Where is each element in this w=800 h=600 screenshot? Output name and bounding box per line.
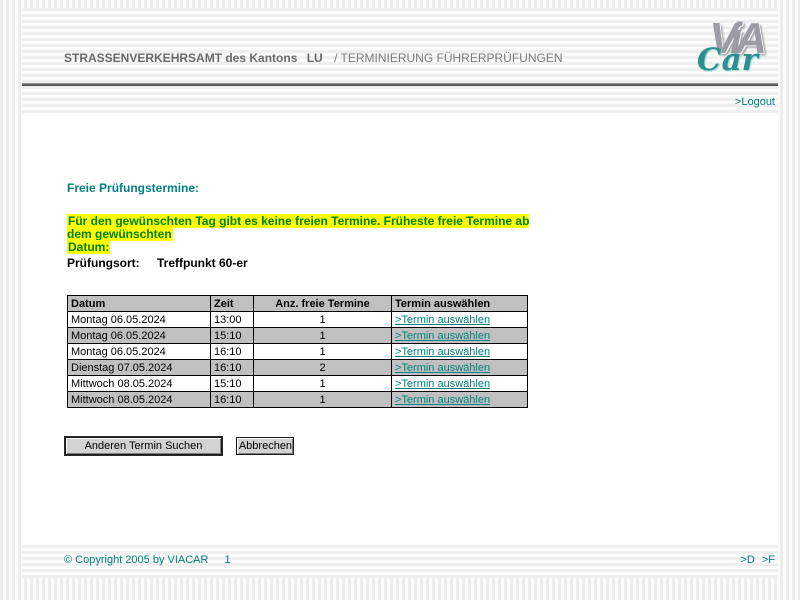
termin-auswaehlen-link[interactable]: >Termin auswählen (395, 378, 490, 390)
page-title: STRASSENVERKEHRSAMT des Kantons LU / TER… (64, 51, 563, 65)
office-name: STRASSENVERKEHRSAMT des Kantons (64, 51, 298, 65)
table-header-row: Datum Zeit Anz. freie Termine Termin aus… (67, 295, 528, 312)
col-header-termin: Termin auswählen (391, 295, 528, 312)
col-header-zeit: Zeit (210, 295, 254, 312)
cell-anzahl: 1 (253, 375, 392, 392)
header-divider (22, 83, 778, 86)
cell-termin: >Termin auswählen (391, 311, 528, 328)
cell-anzahl: 1 (253, 311, 392, 328)
copyright-label: © Copyright 2005 by VIACAR (64, 554, 209, 566)
table-row: Mittwoch 08.05.2024 15:10 1 >Termin ausw… (67, 375, 528, 392)
exam-location-value: Treffpunkt 60-er (157, 256, 248, 270)
cancel-button[interactable]: Abbrechen (236, 437, 295, 455)
termin-auswaehlen-link[interactable]: >Termin auswählen (395, 346, 490, 358)
search-other-appointment-button[interactable]: Anderen Termin Suchen (64, 436, 223, 456)
cell-termin: >Termin auswählen (391, 391, 528, 408)
table-row: Mittwoch 08.05.2024 16:10 1 >Termin ausw… (67, 391, 528, 408)
viacar-logo: ViA Car (682, 14, 772, 88)
termin-auswaehlen-link[interactable]: >Termin auswählen (395, 330, 490, 342)
cell-termin: >Termin auswählen (391, 359, 528, 376)
language-switcher: >D >F (736, 554, 775, 566)
termin-auswaehlen-link[interactable]: >Termin auswählen (395, 362, 490, 374)
cell-zeit: 15:10 (210, 375, 254, 392)
termin-auswaehlen-link[interactable]: >Termin auswählen (395, 394, 490, 406)
cell-zeit: 15:10 (210, 327, 254, 344)
cell-datum: Mittwoch 08.05.2024 (67, 375, 211, 392)
button-bar: Anderen Termin Suchen Abbrechen (64, 436, 304, 456)
cell-termin: >Termin auswählen (391, 327, 528, 344)
logo-car-text: Car (696, 42, 758, 78)
cell-zeit: 16:10 (210, 391, 254, 408)
table-row: Montag 06.05.2024 13:00 1 >Termin auswäh… (67, 311, 528, 328)
no-appointments-notice: Für den gewünschten Tag gibt es keine fr… (67, 214, 537, 254)
table-row: Dienstag 07.05.2024 16:10 2 >Termin ausw… (67, 359, 528, 376)
cell-anzahl: 1 (253, 327, 392, 344)
logout-link[interactable]: >Logout (735, 96, 775, 108)
canton-code: LU (306, 51, 323, 65)
appointments-table: Datum Zeit Anz. freie Termine Termin aus… (67, 295, 528, 408)
app-name: / TERMINIERUNG FÜHRERPRÜFUNGEN (334, 51, 563, 65)
main-content: Freie Prüfungstermine: Für den gewünscht… (22, 115, 778, 545)
language-link-german[interactable]: >D (740, 554, 754, 566)
language-link-french[interactable]: >F (762, 554, 775, 566)
termin-auswaehlen-link[interactable]: >Termin auswählen (395, 314, 490, 326)
cell-anzahl: 2 (253, 359, 392, 376)
cell-anzahl: 1 (253, 343, 392, 360)
free-appointments-heading: Freie Prüfungstermine: (67, 181, 200, 195)
col-header-anzahl: Anz. freie Termine (253, 295, 392, 312)
cell-zeit: 16:10 (210, 359, 254, 376)
cell-termin: >Termin auswählen (391, 375, 528, 392)
cell-datum: Montag 06.05.2024 (67, 343, 211, 360)
header-band: STRASSENVERKEHRSAMT des Kantons LU / TER… (22, 8, 778, 115)
table-row: Montag 06.05.2024 15:10 1 >Termin auswäh… (67, 327, 528, 344)
cell-datum: Dienstag 07.05.2024 (67, 359, 211, 376)
footer-band: © Copyright 2005 by VIACAR 1 >D >F (22, 545, 778, 578)
cell-datum: Mittwoch 08.05.2024 (67, 391, 211, 408)
col-header-datum: Datum (67, 295, 211, 312)
cell-zeit: 16:10 (210, 343, 254, 360)
exam-location: Prüfungsort: Treffpunkt 60-er (67, 256, 248, 270)
page-card: STRASSENVERKEHRSAMT des Kantons LU / TER… (22, 8, 778, 578)
cell-zeit: 13:00 (210, 311, 254, 328)
cell-anzahl: 1 (253, 391, 392, 408)
page-number: 1 (224, 554, 231, 566)
cell-termin: >Termin auswählen (391, 343, 528, 360)
cell-datum: Montag 06.05.2024 (67, 327, 211, 344)
copyright-text: © Copyright 2005 by VIACAR 1 (64, 554, 231, 566)
cell-datum: Montag 06.05.2024 (67, 311, 211, 328)
notice-line-1: Für den gewünschten Tag gibt es keine fr… (67, 214, 530, 241)
exam-location-label: Prüfungsort: (67, 256, 140, 270)
table-row: Montag 06.05.2024 16:10 1 >Termin auswäh… (67, 343, 528, 360)
notice-line-2: Datum: (67, 240, 111, 254)
